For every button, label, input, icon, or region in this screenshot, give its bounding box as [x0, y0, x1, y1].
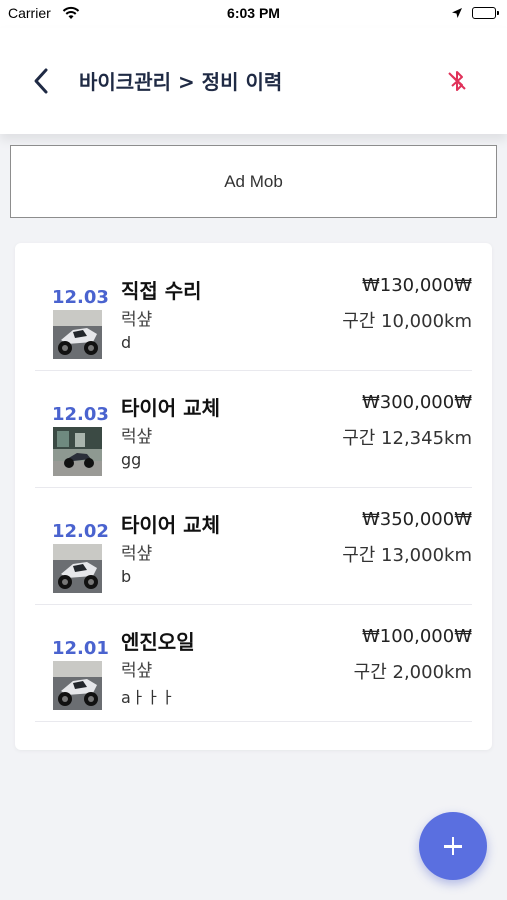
navigation-bar: 바이크관리 > 정비 이력: [0, 28, 507, 134]
record-distance: 구간 2,000km: [353, 662, 472, 683]
bike-name: 럭샾: [121, 544, 153, 564]
ad-label: Ad Mob: [224, 171, 283, 191]
bike-photo: [53, 661, 102, 710]
bike-photo: [53, 544, 102, 593]
record-date: 12.03: [52, 287, 109, 308]
record-note: aㅏㅏㅏ: [121, 688, 175, 707]
bike-name: 럭샾: [121, 427, 153, 447]
page-title: 바이크관리 > 정비 이력: [79, 70, 283, 94]
record-date: 12.01: [52, 638, 109, 659]
record-title: 엔진오일: [121, 630, 195, 654]
location-arrow-icon: [451, 6, 463, 22]
history-item[interactable]: 12.03 직접 수리 럭샾 d ₩130,000₩ 구간 10,000km: [35, 253, 472, 371]
status-bar: Carrier 6:03 PM: [0, 0, 507, 28]
add-record-button[interactable]: [419, 812, 487, 880]
record-title: 타이어 교체: [121, 513, 220, 537]
record-title: 타이어 교체: [121, 396, 220, 420]
bluetooth-off-icon: [448, 71, 466, 91]
record-date: 12.02: [52, 521, 109, 542]
record-distance: 구간 13,000km: [342, 545, 472, 566]
bike-name: 럭샾: [121, 310, 153, 330]
chevron-left-icon: [34, 68, 48, 94]
record-cost: ₩130,000₩: [361, 275, 472, 296]
ad-banner[interactable]: Ad Mob: [10, 145, 497, 218]
record-note: gg: [121, 450, 142, 469]
history-item[interactable]: 12.01 엔진오일 럭샾 aㅏㅏㅏ ₩100,000₩ 구간 2,000km: [35, 604, 472, 722]
record-note: d: [121, 333, 132, 352]
maintenance-history-card: 12.03 직접 수리 럭샾 d ₩130,000₩ 구간 10,000km 1…: [15, 243, 492, 750]
clock: 6:03 PM: [227, 5, 280, 21]
back-button[interactable]: [30, 66, 54, 96]
record-cost: ₩100,000₩: [361, 626, 472, 647]
record-cost: ₩300,000₩: [361, 392, 472, 413]
record-title: 직접 수리: [121, 279, 202, 303]
history-item[interactable]: 12.03 타이어 교체 럭샾 gg ₩300,000₩ 구간 12,345km: [35, 370, 472, 488]
record-note: b: [121, 567, 132, 586]
battery-icon: [472, 7, 499, 19]
history-item[interactable]: 12.02 타이어 교체 럭샾 b ₩350,000₩ 구간 13,000km: [35, 487, 472, 605]
record-distance: 구간 10,000km: [342, 311, 472, 332]
bike-photo: [53, 310, 102, 359]
record-cost: ₩350,000₩: [361, 509, 472, 530]
record-date: 12.03: [52, 404, 109, 425]
bluetooth-button[interactable]: [445, 68, 469, 94]
bike-photo: [53, 427, 102, 476]
bike-name: 럭샾: [121, 661, 153, 681]
record-distance: 구간 12,345km: [342, 428, 472, 449]
